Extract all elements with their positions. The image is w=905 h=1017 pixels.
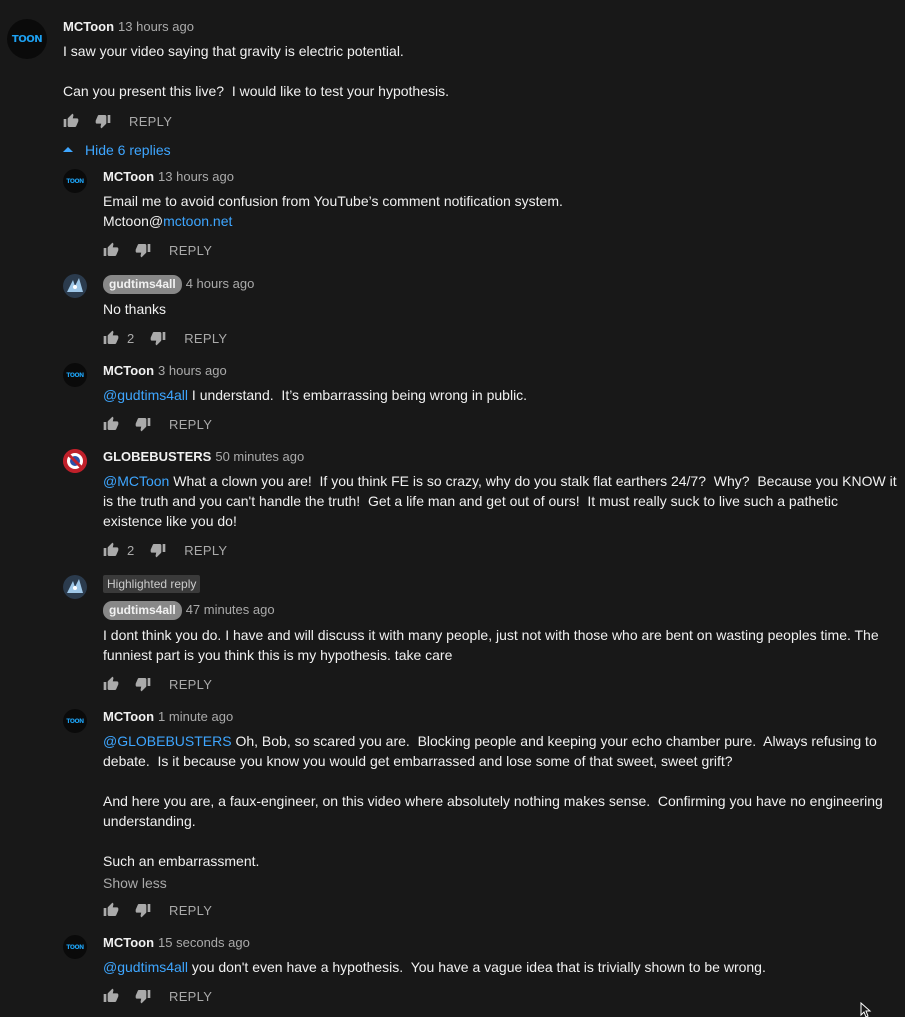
avatar[interactable]: TOON <box>63 935 87 959</box>
comment-actions: REPLY <box>103 986 212 1006</box>
mention-link[interactable]: @GLOBEBUSTERS <box>103 733 232 749</box>
thumb-up-icon[interactable] <box>103 242 119 258</box>
comment-body: What a clown you are! If you think FE is… <box>103 473 901 529</box>
mouse-cursor-icon <box>860 1002 872 1017</box>
comment-actions: REPLY <box>103 674 212 694</box>
like-count: 2 <box>127 542 135 558</box>
comment-text-line: Can you present this live? I would like … <box>63 83 449 99</box>
thumb-up-icon[interactable] <box>103 330 119 346</box>
show-less-button[interactable]: Show less <box>103 873 167 893</box>
author-badge[interactable]: gudtims4all <box>103 275 182 294</box>
thumb-down-icon[interactable] <box>135 676 151 692</box>
timestamp[interactable]: 1 minute ago <box>158 709 233 724</box>
author-name[interactable]: GLOBEBUSTERS <box>103 449 211 464</box>
avatar[interactable]: TOON <box>63 709 87 733</box>
comment-header: gudtims4all 4 hours ago <box>103 275 254 294</box>
thumb-up-icon[interactable] <box>103 676 119 692</box>
comment-header: MCToon 13 hours ago <box>103 168 234 186</box>
timestamp[interactable]: 13 hours ago <box>118 19 194 34</box>
thumb-up-icon[interactable] <box>103 542 119 558</box>
reply-button[interactable]: REPLY <box>169 243 212 258</box>
comment-text: @MCToon What a clown you are! If you thi… <box>103 471 898 531</box>
author-name[interactable]: MCToon <box>103 169 154 184</box>
comment-actions: REPLY <box>63 111 172 131</box>
comment-text: @GLOBEBUSTERS Oh, Bob, so scared you are… <box>103 731 883 771</box>
email-prefix: Mctoon@ <box>103 213 164 229</box>
comment-text: No thanks <box>103 301 167 317</box>
avatar[interactable] <box>63 575 87 599</box>
highlighted-reply-badge: Highlighted reply <box>103 575 201 593</box>
comment-header: gudtims4all 47 minutes ago <box>103 601 275 620</box>
timestamp[interactable]: 3 hours ago <box>158 363 227 378</box>
comment-header: MCToon 3 hours ago <box>103 362 227 380</box>
mention-link[interactable]: @MCToon <box>103 473 169 489</box>
comment-actions: 2 REPLY <box>103 328 227 348</box>
like-count: 2 <box>127 330 135 346</box>
thumb-down-icon[interactable] <box>95 113 111 129</box>
reply-button[interactable]: REPLY <box>169 677 212 692</box>
comment-text-line: I saw your video saying that gravity is … <box>63 43 404 59</box>
thumb-down-icon[interactable] <box>150 330 166 346</box>
author-name[interactable]: MCToon <box>63 19 114 34</box>
thumb-down-icon[interactable] <box>135 416 151 432</box>
reply-button[interactable]: REPLY <box>184 331 227 346</box>
timestamp[interactable]: 47 minutes ago <box>186 602 275 617</box>
comment-paragraph: And here you are, a faux-engineer, on th… <box>103 793 887 829</box>
comment-header: GLOBEBUSTERS 50 minutes ago <box>103 448 304 466</box>
reply-button[interactable]: REPLY <box>184 543 227 558</box>
author-name[interactable]: MCToon <box>103 935 154 950</box>
thumb-down-icon[interactable] <box>135 988 151 1004</box>
avatar[interactable] <box>63 274 87 298</box>
hide-replies-button[interactable]: Hide 6 replies <box>62 140 171 160</box>
thumb-down-icon[interactable] <box>135 902 151 918</box>
reply-button[interactable]: REPLY <box>169 989 212 1004</box>
mention-link[interactable]: @gudtims4all <box>103 387 188 403</box>
reply-button[interactable]: REPLY <box>169 417 212 432</box>
thumb-up-icon[interactable] <box>63 113 79 129</box>
comment-text-line: Email me to avoid confusion from YouTube… <box>103 193 563 209</box>
caret-up-icon <box>63 147 73 152</box>
comment-text: @gudtims4all you don't even have a hypot… <box>103 957 766 977</box>
avatar[interactable] <box>63 449 87 473</box>
comment-header: MCToon 15 seconds ago <box>103 934 250 952</box>
email-link[interactable]: mctoon.net <box>163 213 232 229</box>
avatar-image <box>63 449 87 473</box>
comment-header: MCToon 1 minute ago <box>103 708 233 726</box>
avatar[interactable]: TOON <box>63 363 87 387</box>
timestamp[interactable]: 13 hours ago <box>158 169 234 184</box>
author-name[interactable]: MCToon <box>103 363 154 378</box>
comment-paragraph: Such an embarrassment. <box>103 853 260 869</box>
reply-button[interactable]: REPLY <box>129 114 172 129</box>
avatar-image <box>63 575 87 599</box>
hide-replies-label: Hide 6 replies <box>85 142 171 158</box>
avatar[interactable]: TOON <box>63 169 87 193</box>
timestamp[interactable]: 50 minutes ago <box>215 449 304 464</box>
comment-header: MCToon 13 hours ago <box>63 18 194 36</box>
comment-actions: REPLY <box>103 900 212 920</box>
thumb-up-icon[interactable] <box>103 988 119 1004</box>
comment-actions: 2 REPLY <box>103 540 227 560</box>
comment-body: I understand. It’s embarrassing being wr… <box>188 387 528 403</box>
timestamp[interactable]: 4 hours ago <box>186 276 255 291</box>
thumb-down-icon[interactable] <box>150 542 166 558</box>
author-badge[interactable]: gudtims4all <box>103 601 182 620</box>
comment-actions: REPLY <box>103 240 212 260</box>
avatar[interactable]: TOON <box>7 19 47 59</box>
comment-actions: REPLY <box>103 414 212 434</box>
thumb-down-icon[interactable] <box>135 242 151 258</box>
comment-body: you don't even have a hypothesis. You ha… <box>188 959 766 975</box>
thumb-up-icon[interactable] <box>103 902 119 918</box>
comment-text: I dont think you do. I have and will dis… <box>103 627 883 663</box>
avatar-image <box>63 274 87 298</box>
timestamp[interactable]: 15 seconds ago <box>158 935 250 950</box>
reply-button[interactable]: REPLY <box>169 903 212 918</box>
mention-link[interactable]: @gudtims4all <box>103 959 188 975</box>
comment-text-line: Mctoon@mctoon.net <box>103 211 232 231</box>
author-name[interactable]: MCToon <box>103 709 154 724</box>
thumb-up-icon[interactable] <box>103 416 119 432</box>
comment-text: @gudtims4all I understand. It’s embarras… <box>103 385 527 405</box>
